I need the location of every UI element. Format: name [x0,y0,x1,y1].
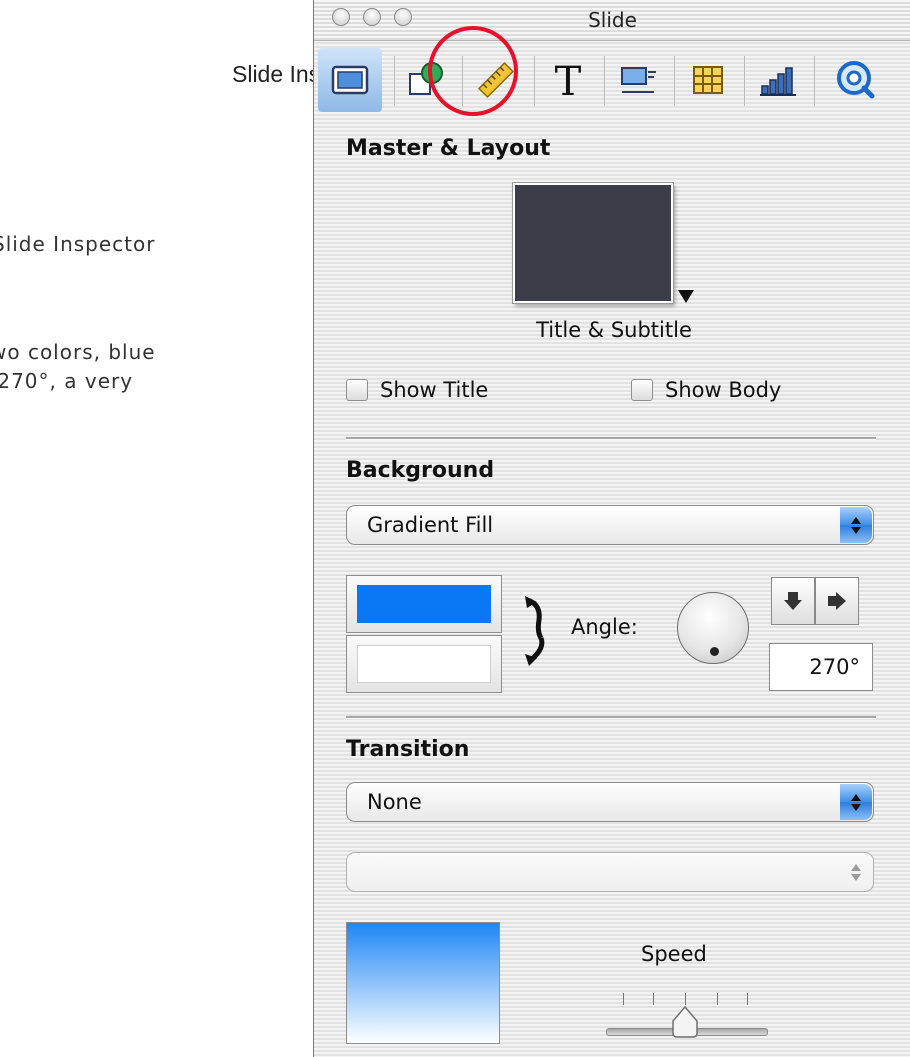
divider [346,437,876,440]
window-title: Slide [588,8,637,32]
background-fill-value: Gradient Fill [367,513,494,537]
chart-icon [760,67,796,96]
transition-effect-value: None [367,790,422,814]
build-icon [621,67,656,93]
arrow-down-icon [784,592,802,610]
gradient-end-color-well[interactable] [346,635,502,693]
angle-label: Angle: [571,615,638,639]
quicktime-icon [837,61,875,99]
end-color-swatch [357,645,491,683]
gradient-start-color-well[interactable] [346,575,502,633]
title-bar[interactable]: Slide [314,0,910,41]
show-body-label: Show Body [665,378,782,402]
layout-name: Title & Subtitle [536,318,692,342]
popup-arrows-icon [840,507,872,543]
angle-indicator [710,647,719,656]
chart-inspector-button[interactable] [746,48,810,112]
svg-text:T: T [555,59,582,102]
build-inspector-button[interactable] [606,48,670,112]
start-color-swatch [357,585,491,623]
master-layout-heading: Master & Layout [346,136,551,161]
doc-text-line-3: 270°, a very [0,369,134,393]
show-body-checkbox[interactable] [631,379,653,401]
divider [346,716,876,719]
background-heading: Background [346,458,495,483]
gradient-direction-down-button[interactable] [771,577,815,625]
angle-dial[interactable] [677,592,749,664]
popup-arrows-icon [840,784,872,820]
show-body-option[interactable]: Show Body [631,378,781,402]
transition-heading: Transition [346,737,470,762]
show-title-label: Show Title [380,378,489,402]
master-thumbnail[interactable] [513,183,673,303]
doc-text-line-2: wo colors, blue [0,340,156,364]
popup-arrows-icon [840,854,872,890]
swap-colors-icon[interactable] [521,596,551,666]
speed-label: Speed [641,942,707,966]
arrow-right-icon [828,592,846,610]
callout-circle [428,26,518,116]
speed-slider-knob[interactable] [670,1005,700,1039]
slide-icon [331,65,369,95]
text-inspector-button[interactable]: T [536,48,600,112]
inspector-toolbar: T [314,42,910,118]
slide-inspector-window: Slide T Master & Layout Title & Subtitle… [313,0,910,1057]
hyperlink-inspector-button[interactable] [824,48,888,112]
transition-preview [346,922,500,1044]
transition-direction-popup[interactable] [346,852,874,892]
slide-inspector-button[interactable] [318,48,382,112]
text-T-icon: T [555,59,582,102]
table-inspector-button[interactable] [676,48,740,112]
angle-value-field[interactable]: 270° [769,643,873,691]
table-icon [693,66,723,94]
doc-text-line-1: Slide Inspector [0,232,156,256]
show-title-option[interactable]: Show Title [346,378,488,402]
master-menu-arrow-icon[interactable] [678,290,694,303]
transition-effect-popup[interactable]: None [346,782,874,822]
show-title-checkbox[interactable] [346,379,368,401]
gradient-direction-right-button[interactable] [815,577,859,625]
background-fill-popup[interactable]: Gradient Fill [346,505,874,545]
